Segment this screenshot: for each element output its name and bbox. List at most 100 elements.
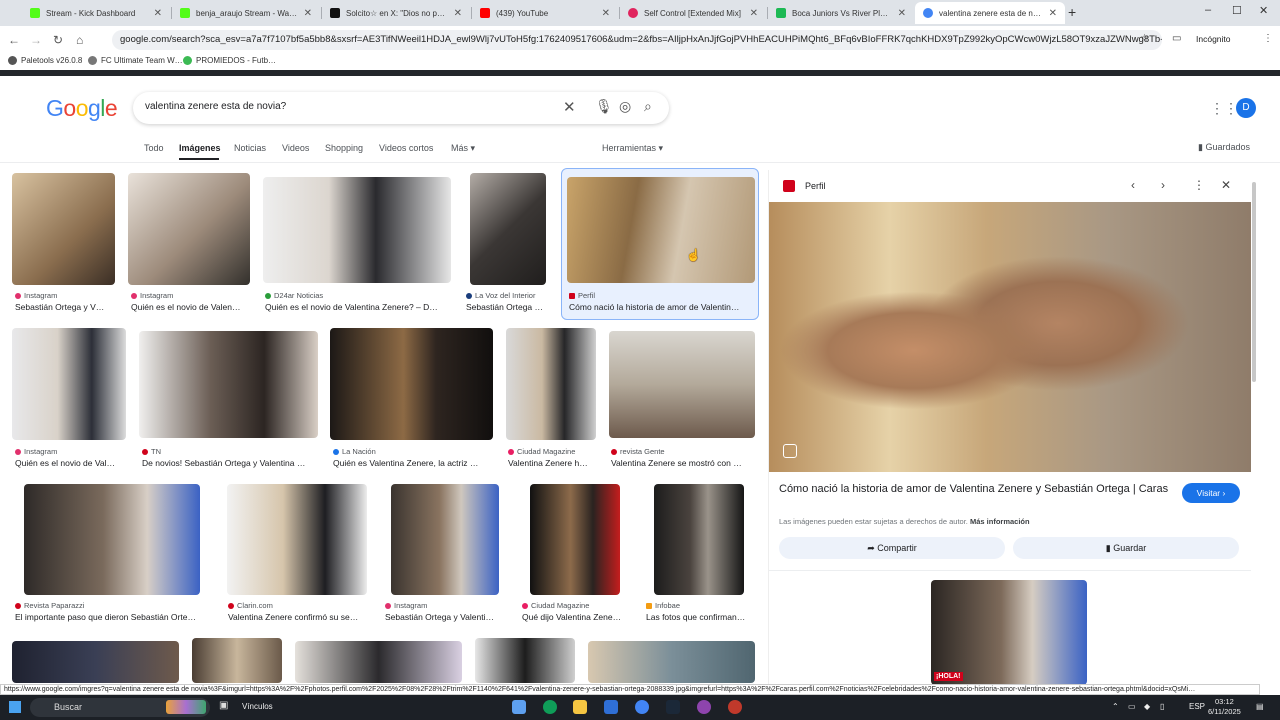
tools-button[interactable]: Herramientas ▾ <box>602 143 663 154</box>
preview-source[interactable]: Perfil <box>783 180 826 192</box>
visit-button[interactable]: Visitar › <box>1182 483 1240 503</box>
saved-button[interactable]: ▮ Guardados <box>1198 142 1250 153</box>
language-indicator[interactable]: ESP <box>1189 702 1205 711</box>
result-image[interactable] <box>295 641 462 683</box>
maximize-button[interactable]: ☐ <box>1232 4 1242 17</box>
taskbar-label[interactable]: Vínculos <box>242 702 273 711</box>
chevron-up-icon[interactable]: ⌃ <box>1112 702 1119 711</box>
result-title[interactable]: Quién es el novio de Val… <box>15 458 125 468</box>
app-icon[interactable] <box>728 700 742 714</box>
clear-icon[interactable]: ✕ <box>563 98 576 116</box>
result-image[interactable] <box>12 328 126 440</box>
result-image[interactable] <box>12 641 179 683</box>
url-field[interactable]: google.com/search?sca_esv=a7a7f7107bf5a5… <box>112 30 1162 50</box>
result-image[interactable] <box>654 484 744 595</box>
result-image[interactable] <box>139 331 318 438</box>
tab-mas[interactable]: Más ▾ <box>451 143 475 154</box>
result-title[interactable]: Valentina Zenere confirmó su se… <box>228 612 368 622</box>
close-icon[interactable]: ✕ <box>154 8 162 19</box>
result-title[interactable]: Valentina Zenere h… <box>508 458 598 468</box>
incognito-label[interactable]: Incógnito <box>1196 34 1231 44</box>
menu-icon[interactable]: ⋮ <box>1263 33 1273 44</box>
result-title[interactable]: Cómo nació la historia de amor de Valent… <box>569 302 753 312</box>
result-image[interactable] <box>530 484 620 595</box>
task-view-icon[interactable]: ▣ <box>219 700 233 714</box>
close-icon[interactable]: ✕ <box>304 8 312 19</box>
result-image[interactable] <box>506 328 596 440</box>
windows-start-icon[interactable] <box>9 701 21 713</box>
result-image[interactable] <box>128 173 250 285</box>
tab-search-icon[interactable]: ▭ <box>1172 33 1181 44</box>
result-title[interactable]: Sebastián Ortega y Valenti… <box>385 612 503 622</box>
tab-noticias[interactable]: Noticias <box>234 143 266 153</box>
related-image[interactable]: ¡HOLA! <box>931 580 1087 685</box>
result-image[interactable] <box>12 173 115 285</box>
notification-icon[interactable]: ▤ <box>1256 702 1264 711</box>
minimize-button[interactable]: – <box>1205 4 1211 16</box>
share-button[interactable]: ➦ Compartir <box>779 537 1005 559</box>
result-title[interactable]: Sebastián Ortega … <box>466 302 548 312</box>
avatar[interactable]: D <box>1236 98 1256 118</box>
save-button[interactable]: ▮ Guardar <box>1013 537 1239 559</box>
lens-icon[interactable] <box>783 444 797 458</box>
result-image[interactable] <box>24 484 200 595</box>
more-info-link[interactable]: Más información <box>970 517 1030 526</box>
clock[interactable]: 03:12 6/11/2025 <box>1208 697 1241 717</box>
result-title[interactable]: Sebastián Ortega y V… <box>15 302 115 312</box>
result-title[interactable]: Quién es Valentina Zenere, la actriz … <box>333 458 493 468</box>
chevron-left-icon[interactable]: ‹ <box>1131 178 1135 192</box>
copilot-icon[interactable] <box>512 700 526 714</box>
result-image[interactable] <box>330 328 493 440</box>
search-box[interactable]: valentina zenere esta de novia? ✕ 🎙 ◎ ⌕ <box>133 92 669 124</box>
close-icon[interactable]: ✕ <box>750 8 758 19</box>
bell-icon[interactable]: ◆ <box>1144 702 1150 711</box>
result-title[interactable]: Valentina Zenere se mostró con … <box>611 458 755 468</box>
home-icon[interactable]: ⌂ <box>76 33 83 47</box>
app-icon[interactable] <box>697 700 711 714</box>
close-icon[interactable]: ✕ <box>602 8 610 19</box>
scrollbar[interactable] <box>1251 172 1257 678</box>
battery-icon[interactable]: ▯ <box>1160 702 1164 711</box>
file-explorer-icon[interactable] <box>573 700 587 714</box>
browser-tab[interactable]: (439) YouTube ✕ <box>472 2 618 24</box>
browser-tab[interactable]: Solcito☆ en X: "Dios no puede… ✕ <box>322 2 470 24</box>
more-options-icon[interactable]: ⋮ <box>1193 178 1205 192</box>
close-icon[interactable]: ✕ <box>1221 178 1231 192</box>
tab-videos[interactable]: Videos <box>282 143 309 153</box>
result-image[interactable] <box>475 638 575 683</box>
result-title[interactable]: Qué dijo Valentina Zene… <box>522 612 626 622</box>
close-icon[interactable]: ✕ <box>1049 8 1057 19</box>
result-title[interactable]: Quién es el novio de Valentina Zenere? –… <box>265 302 451 312</box>
bookmark-item[interactable]: PROMIEDOS - Futb… <box>183 56 276 65</box>
browser-tab[interactable]: Self Control [Extended Mix] ✕ <box>620 2 766 24</box>
tab-shopping[interactable]: Shopping <box>325 143 363 153</box>
result-image[interactable] <box>192 638 282 683</box>
result-image[interactable] <box>227 484 367 595</box>
result-image[interactable] <box>470 173 546 285</box>
result-image[interactable] <box>588 641 755 683</box>
browser-tab-active[interactable]: valentina zenere esta de novia? ✕ <box>915 2 1065 24</box>
network-icon[interactable]: ▭ <box>1128 702 1136 711</box>
close-icon[interactable]: ✕ <box>454 8 462 19</box>
result-title[interactable]: De novios! Sebastián Ortega y Valentina … <box>142 458 318 468</box>
star-icon[interactable]: ☆ <box>1140 33 1149 44</box>
close-window-button[interactable]: ✕ <box>1259 4 1268 17</box>
browser-tab[interactable]: benja_araujo Stream - Watch Li… ✕ <box>172 2 320 24</box>
result-image[interactable] <box>263 177 451 283</box>
preview-title[interactable]: Cómo nació la historia de amor de Valent… <box>779 482 1169 497</box>
result-image-selected[interactable] <box>567 177 755 283</box>
result-title[interactable]: El importante paso que dieron Sebastián … <box>15 612 205 622</box>
result-title[interactable]: Las fotos que confirman… <box>646 612 756 622</box>
close-icon[interactable]: ✕ <box>898 8 906 19</box>
result-image[interactable] <box>609 331 755 438</box>
steam-icon[interactable] <box>666 700 680 714</box>
widgets-icon[interactable] <box>166 700 206 714</box>
browser-tab[interactable]: Boca Juniors Vs River Plate - Re… ✕ <box>768 2 914 24</box>
search-input[interactable]: valentina zenere esta de novia? <box>145 101 286 112</box>
reload-icon[interactable]: ↻ <box>53 33 63 47</box>
result-image[interactable] <box>391 484 499 595</box>
edge-icon[interactable] <box>543 700 557 714</box>
bookmark-item[interactable]: FC Ultimate Team W… <box>88 56 183 65</box>
new-tab-button[interactable]: + <box>1068 4 1076 20</box>
tab-todo[interactable]: Todo <box>144 143 164 153</box>
